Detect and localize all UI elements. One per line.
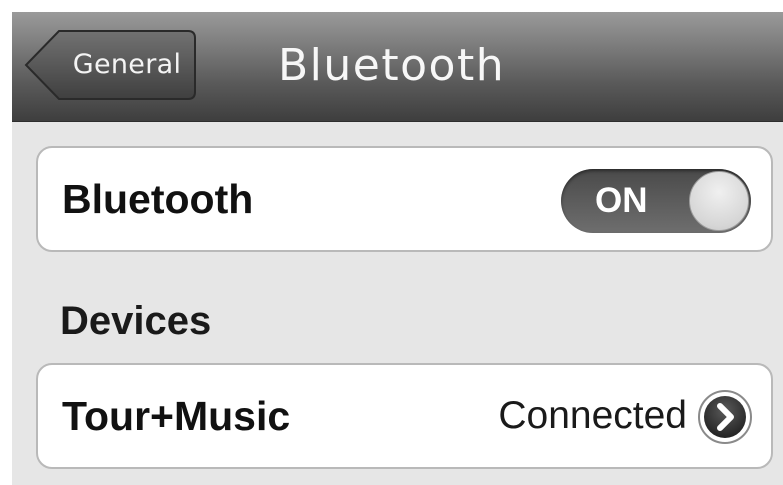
- settings-screen: General Bluetooth Bluetooth ON Devices T…: [12, 12, 783, 485]
- toggle-knob: [689, 171, 749, 231]
- chevron-right-icon[interactable]: [697, 389, 753, 445]
- detail-disclosure-button: [698, 390, 752, 444]
- bluetooth-toggle[interactable]: ON: [561, 169, 751, 233]
- page-title: Bluetooth: [278, 40, 506, 91]
- devices-section-header: Devices: [60, 299, 212, 343]
- navigation-bar: General Bluetooth: [12, 12, 783, 122]
- toggle-state-label: ON: [595, 181, 648, 220]
- bluetooth-label: Bluetooth: [62, 176, 254, 222]
- device-list-item[interactable]: Tour+Music Connected: [36, 363, 773, 469]
- back-button-general[interactable]: General: [24, 30, 196, 100]
- device-status: Connected: [498, 394, 687, 437]
- back-button-label: General: [72, 49, 182, 80]
- device-name: Tour+Music: [62, 393, 291, 439]
- bluetooth-setting-cell: Bluetooth ON: [36, 146, 773, 252]
